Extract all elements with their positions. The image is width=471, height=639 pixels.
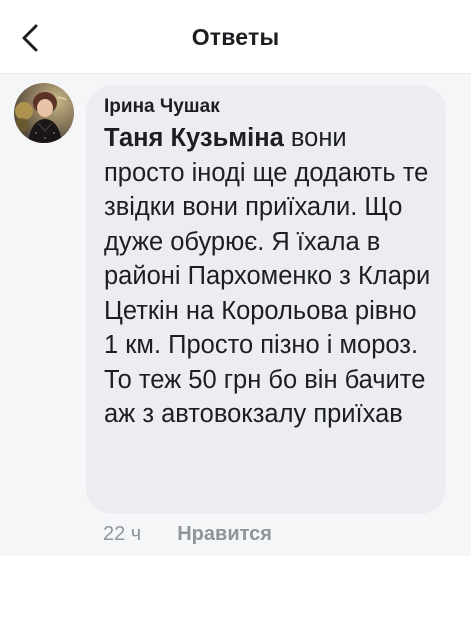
profile-photo xyxy=(14,83,74,143)
avatar[interactable] xyxy=(14,83,74,143)
comment-thread: Ірина Чушак Таня Кузьміна вони просто ін… xyxy=(0,74,471,556)
comment-meta: 22 ч Нравится xyxy=(103,520,272,548)
comment-bubble: Ірина Чушак Таня Кузьміна вони просто ін… xyxy=(86,85,446,514)
comment-body: Таня Кузьміна вони просто іноді ще додаю… xyxy=(104,121,432,432)
like-button[interactable]: Нравится xyxy=(177,523,272,546)
comment-text: вони просто іноді ще додають те звідки в… xyxy=(104,124,431,428)
comment-timestamp: 22 ч xyxy=(103,522,142,545)
top-bar: Ответы xyxy=(0,0,471,74)
comment-author[interactable]: Ірина Чушак xyxy=(104,94,432,120)
replies-screen: Ответы Ірина Чушак Таня Кузьміна вони пр… xyxy=(0,0,471,639)
mention-link[interactable]: Таня Кузьміна xyxy=(104,124,284,152)
page-title: Ответы xyxy=(191,24,280,50)
